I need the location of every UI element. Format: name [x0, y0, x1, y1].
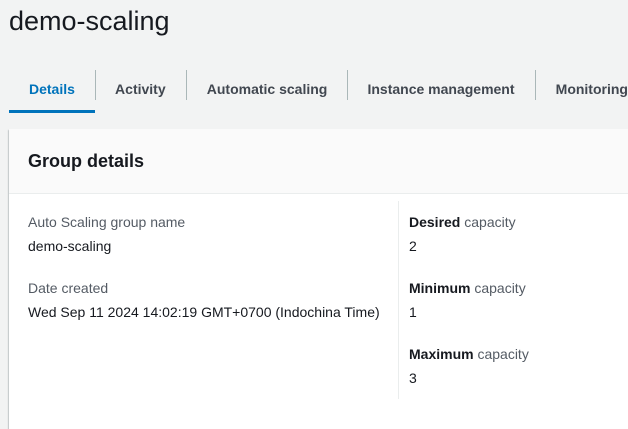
desired-capacity-label-bold: Desired: [409, 214, 460, 230]
minimum-capacity-value: 1: [409, 303, 417, 321]
page-title: demo-scaling: [9, 3, 170, 39]
maximum-capacity-label-bold: Maximum: [409, 346, 474, 362]
tab-details-label: Details: [29, 81, 75, 97]
tab-automatic-scaling-label: Automatic scaling: [207, 81, 328, 97]
group-name-value: demo-scaling: [28, 237, 111, 255]
group-name-label: Auto Scaling group name: [28, 213, 185, 231]
tab-instance-management-label: Instance management: [367, 81, 514, 97]
tab-instance-management[interactable]: Instance management: [347, 65, 534, 113]
minimum-capacity-label: Minimum capacity: [409, 279, 526, 297]
minimum-capacity-label-rest: capacity: [470, 280, 525, 296]
column-divider: [398, 201, 399, 399]
tab-automatic-scaling[interactable]: Automatic scaling: [186, 65, 348, 113]
tab-monitoring[interactable]: Monitoring: [535, 65, 628, 113]
date-created-label: Date created: [28, 279, 108, 297]
tab-activity-label: Activity: [115, 81, 166, 97]
tab-monitoring-label: Monitoring: [556, 81, 628, 97]
maximum-capacity-value: 3: [409, 369, 417, 387]
date-created-value: Wed Sep 11 2024 14:02:19 GMT+0700 (Indoc…: [28, 303, 380, 321]
tab-bar: Details Activity Automatic scaling Insta…: [9, 65, 628, 113]
tab-activity[interactable]: Activity: [95, 65, 186, 113]
desired-capacity-label: Desired capacity: [409, 213, 516, 231]
maximum-capacity-label-rest: capacity: [474, 346, 529, 362]
desired-capacity-label-rest: capacity: [460, 214, 515, 230]
maximum-capacity-label: Maximum capacity: [409, 345, 529, 363]
panel-title: Group details: [28, 150, 144, 172]
tab-details[interactable]: Details: [9, 65, 95, 113]
panel-header: Group details: [9, 129, 628, 194]
group-details-panel: Group details Auto Scaling group name de…: [9, 129, 628, 429]
desired-capacity-value: 2: [409, 237, 417, 255]
minimum-capacity-label-bold: Minimum: [409, 280, 470, 296]
